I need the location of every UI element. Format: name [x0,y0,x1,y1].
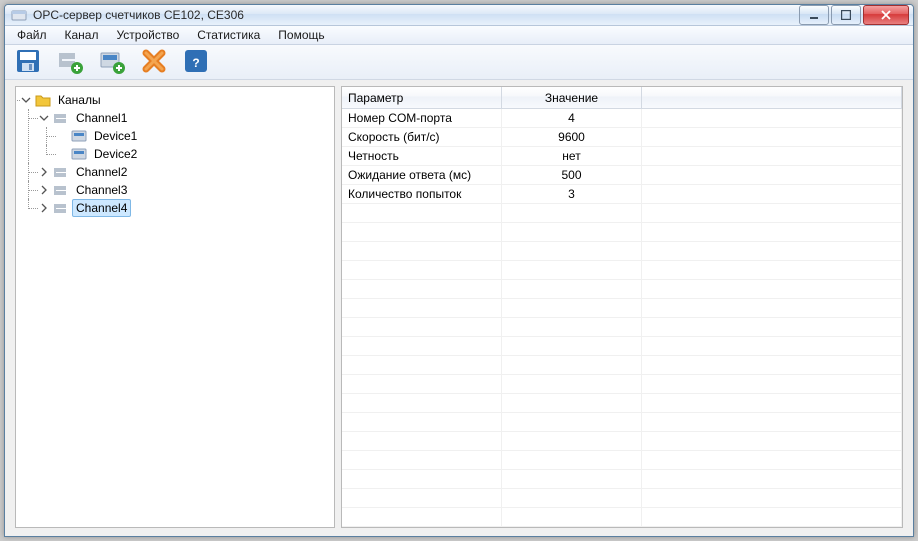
grid-row [342,470,902,489]
tree-channel-label[interactable]: Channel4 [72,199,131,217]
channel-icon [53,182,69,198]
add-channel-icon [56,47,84,78]
tree-device-label[interactable]: Device2 [90,145,141,163]
properties-panel: Параметр Значение Номер COM-порта4Скорос… [341,86,903,528]
grid-row[interactable]: Скорость (бит/с)9600 [342,128,902,147]
channels-tree[interactable]: КаналыChannel1Device1Device2Channel2Chan… [20,91,334,217]
grid-row [342,204,902,223]
add-device-icon [98,47,126,78]
help-icon: ? [182,47,210,78]
channel-icon [53,200,69,216]
grid-row [342,375,902,394]
param-cell[interactable]: Скорость (бит/с) [342,128,502,146]
client-area: КаналыChannel1Device1Device2Channel2Chan… [5,80,913,537]
grid-row[interactable]: Номер COM-порта4 [342,109,902,128]
channel-icon [53,164,69,180]
tree-channel-label[interactable]: Channel1 [72,109,131,127]
col-header-param[interactable]: Параметр [342,87,502,108]
grid-row [342,508,902,527]
maximize-button[interactable] [831,5,861,25]
app-window: OPC-сервер счетчиков CE102, CE306 Файл К… [4,4,914,537]
tree-root-label[interactable]: Каналы [54,91,105,109]
grid-header: Параметр Значение [342,87,902,109]
tree-panel: КаналыChannel1Device1Device2Channel2Chan… [15,86,335,528]
delete-icon [140,47,168,78]
delete-button[interactable] [137,45,171,79]
titlebar: OPC-сервер счетчиков CE102, CE306 [5,5,913,26]
value-cell[interactable]: 500 [502,166,642,184]
menu-file[interactable]: Файл [9,26,55,44]
grid-row [342,356,902,375]
grid-row [342,337,902,356]
menu-help[interactable]: Помощь [270,26,332,44]
device-icon [71,128,87,144]
param-cell[interactable]: Четность [342,147,502,165]
value-cell[interactable]: 9600 [502,128,642,146]
tree-device-label[interactable]: Device1 [90,127,141,145]
add-device-button[interactable] [95,45,129,79]
minimize-button[interactable] [799,5,829,25]
expand-toggle[interactable] [38,202,50,214]
device-icon [71,146,87,162]
menu-stats[interactable]: Статистика [189,26,268,44]
expand-toggle[interactable] [38,112,50,124]
value-cell[interactable]: 4 [502,109,642,127]
grid-row [342,242,902,261]
window-title: OPC-сервер счетчиков CE102, CE306 [33,8,799,22]
grid-row[interactable]: Количество попыток3 [342,185,902,204]
expand-toggle[interactable] [38,184,50,196]
folder-icon [35,92,51,108]
menu-channel[interactable]: Канал [57,26,107,44]
value-cell[interactable]: 3 [502,185,642,203]
menubar: Файл Канал Устройство Статистика Помощь [5,26,913,45]
grid-row [342,413,902,432]
menu-device[interactable]: Устройство [108,26,187,44]
grid-row[interactable]: Ожидание ответа (мс)500 [342,166,902,185]
value-cell[interactable]: нет [502,147,642,165]
col-header-rest [642,87,902,108]
expand-toggle[interactable] [20,94,32,106]
grid-row [342,223,902,242]
grid-row [342,261,902,280]
grid-row [342,432,902,451]
grid-row [342,394,902,413]
grid-row[interactable]: Четностьнет [342,147,902,166]
grid-row [342,318,902,337]
grid-row [342,489,902,508]
param-cell[interactable]: Ожидание ответа (мс) [342,166,502,184]
param-cell[interactable]: Номер COM-порта [342,109,502,127]
app-icon [11,7,27,23]
toolbar: ? [5,45,913,80]
tree-channel-label[interactable]: Channel3 [72,181,131,199]
grid-row [342,451,902,470]
grid-body: Номер COM-порта4Скорость (бит/с)9600Четн… [342,109,902,527]
help-button[interactable]: ? [179,45,213,79]
param-cell[interactable]: Количество попыток [342,185,502,203]
tree-channel-label[interactable]: Channel2 [72,163,131,181]
channel-icon [53,110,69,126]
grid-row [342,280,902,299]
expand-toggle[interactable] [38,166,50,178]
floppy-icon [14,47,42,78]
close-button[interactable] [863,5,909,25]
add-channel-button[interactable] [53,45,87,79]
svg-text:?: ? [192,56,199,70]
save-button[interactable] [11,45,45,79]
grid-row [342,299,902,318]
col-header-value[interactable]: Значение [502,87,642,108]
